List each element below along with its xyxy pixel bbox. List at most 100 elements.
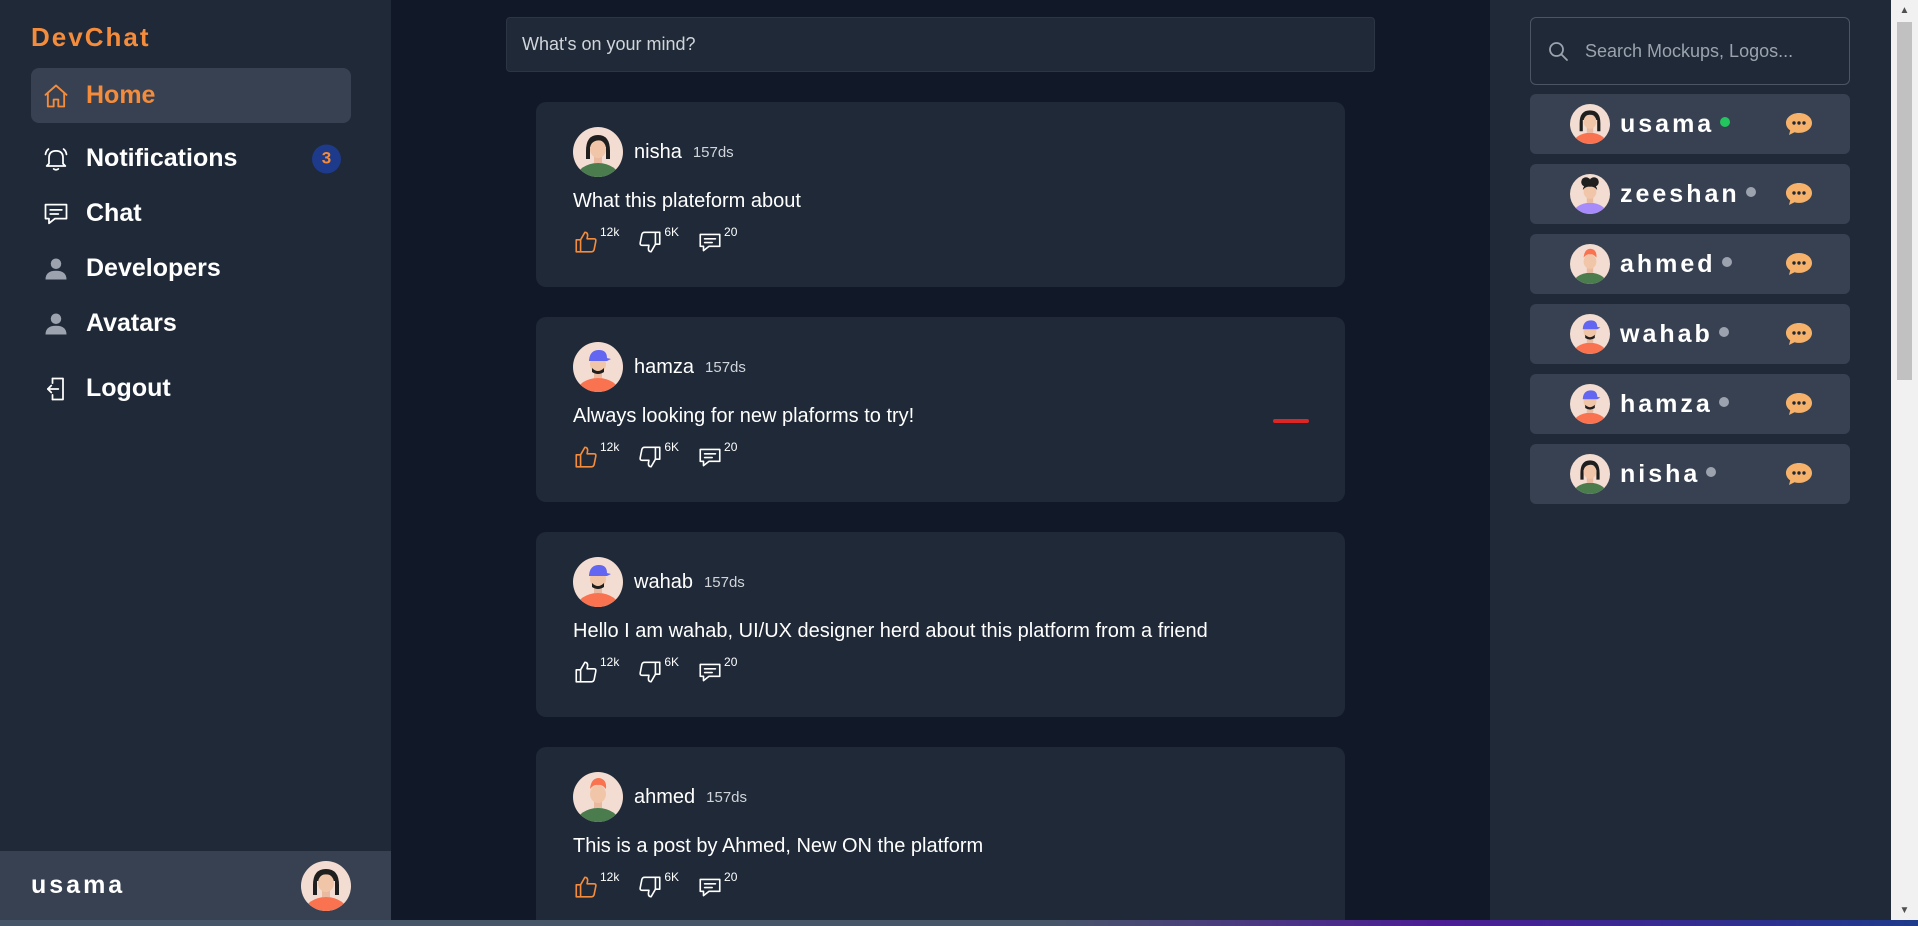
nav-chat-label: Chat [86, 199, 142, 227]
like-count: 12k [600, 440, 620, 454]
like-count: 12k [600, 870, 620, 884]
page-scrollbar[interactable]: ▲ ▼ [1891, 0, 1918, 920]
dislike-count: 6K [664, 870, 680, 884]
message-icon[interactable] [1785, 462, 1813, 486]
bell-icon [41, 144, 71, 174]
avatar[interactable] [301, 861, 351, 911]
post-time: 157ds [692, 143, 734, 161]
current-user-name: usama [31, 871, 126, 899]
comment-icon [699, 448, 721, 467]
right-panel: usama zeeshan ahmed wahab hamza [1490, 0, 1891, 920]
post-actions: 12k 6K 20 [573, 225, 1308, 255]
thumbs-up-icon [575, 446, 597, 468]
post-author[interactable]: wahab [634, 571, 693, 594]
thumbs-down-icon [639, 661, 661, 683]
post-text: Always looking for new plaforms to try! [573, 405, 915, 427]
contact-name: wahab [1620, 319, 1713, 348]
avatar[interactable] [573, 127, 623, 177]
message-icon[interactable] [1785, 112, 1813, 136]
nav-developers[interactable]: Developers [31, 241, 351, 296]
composer-input[interactable] [522, 34, 1359, 55]
post-card: hamza 157ds Always looking for new plafo… [536, 317, 1345, 502]
brand-logo[interactable]: DevChat [31, 22, 150, 53]
post-author[interactable]: nisha [634, 141, 682, 164]
comment-button[interactable]: 20 [697, 870, 737, 900]
nav-home[interactable]: Home [31, 68, 351, 123]
scrollbar-thumb[interactable] [1897, 22, 1912, 380]
avatar[interactable] [573, 557, 623, 607]
contact-item[interactable]: zeeshan [1530, 164, 1850, 224]
post-header: ahmed 157ds [573, 772, 1308, 822]
main-nav: Home Notifications 3 Chat Developers Ava… [31, 68, 351, 416]
avatar [1570, 244, 1610, 284]
post-author[interactable]: ahmed [634, 786, 695, 809]
like-button[interactable]: 12k [573, 655, 619, 685]
contact-item[interactable]: hamza [1530, 374, 1850, 434]
contact-item[interactable]: usama [1530, 94, 1850, 154]
post-card: nisha 157ds What this plateform about 12… [536, 102, 1345, 287]
dislike-button[interactable]: 6K [637, 225, 679, 255]
nav-home-label: Home [86, 81, 156, 109]
avatar[interactable] [573, 342, 623, 392]
logout-icon [41, 374, 71, 404]
nav-developers-label: Developers [86, 254, 221, 282]
contact-item[interactable]: nisha [1530, 444, 1850, 504]
nav-chat[interactable]: Chat [31, 186, 351, 241]
comment-button[interactable]: 20 [697, 440, 737, 470]
thumbs-down-icon [639, 446, 661, 468]
post-text: Hello I am wahab, UI/UX designer herd ab… [573, 620, 1208, 642]
scroll-up-icon[interactable]: ▲ [1891, 0, 1918, 20]
contact-name: usama [1620, 109, 1715, 138]
comment-count: 20 [724, 440, 738, 454]
contact-name: hamza [1620, 389, 1713, 418]
offline-status-dot [1718, 327, 1729, 337]
post-author[interactable]: hamza [634, 356, 694, 379]
contact-name: ahmed [1620, 249, 1716, 278]
post-composer[interactable] [506, 17, 1375, 72]
comment-count: 20 [724, 225, 738, 239]
notifications-badge: 3 [312, 144, 341, 173]
red-indicator [1273, 419, 1309, 423]
comment-button[interactable]: 20 [697, 225, 737, 255]
offline-status-dot [1706, 467, 1717, 477]
bottom-edge [0, 920, 1918, 926]
like-button[interactable]: 12k [573, 870, 619, 900]
avatar [1570, 174, 1610, 214]
dislike-button[interactable]: 6K [637, 870, 679, 900]
left-sidebar: DevChat Home Notifications 3 Chat Develo… [0, 0, 391, 920]
contact-name: zeeshan [1620, 179, 1740, 208]
message-icon[interactable] [1785, 322, 1813, 346]
contact-item[interactable]: ahmed [1530, 234, 1850, 294]
message-icon[interactable] [1785, 392, 1813, 416]
thumbs-up-icon [575, 661, 597, 683]
message-icon[interactable] [1785, 182, 1813, 206]
nav-logout[interactable]: Logout [31, 361, 351, 416]
contact-list: usama zeeshan ahmed wahab hamza nisha [1530, 94, 1850, 514]
avatar[interactable] [573, 772, 623, 822]
current-user-bar[interactable]: usama [0, 851, 391, 920]
dislike-button[interactable]: 6K [637, 655, 679, 685]
nav-notifications-label: Notifications [86, 144, 238, 172]
post-actions: 12k 6K 20 [573, 870, 1308, 900]
post-feed: nisha 157ds What this plateform about 12… [536, 102, 1345, 926]
post-header: wahab 157ds [573, 557, 1308, 607]
search-input[interactable] [1585, 40, 1825, 62]
home-icon [41, 81, 71, 111]
message-icon[interactable] [1785, 252, 1813, 276]
like-button[interactable]: 12k [573, 440, 619, 470]
comment-icon [699, 663, 721, 682]
nav-notifications[interactable]: Notifications 3 [31, 131, 351, 186]
user-icon [41, 309, 71, 339]
avatar [1570, 104, 1610, 144]
thumbs-up-icon [575, 231, 597, 253]
post-actions: 12k 6K 20 [573, 655, 1308, 685]
like-button[interactable]: 12k [573, 225, 619, 255]
post-header: hamza 157ds [573, 342, 1308, 392]
scroll-down-icon[interactable]: ▼ [1891, 900, 1918, 920]
search-box[interactable] [1530, 17, 1850, 85]
avatar [1570, 314, 1610, 354]
nav-avatars[interactable]: Avatars [31, 296, 351, 351]
comment-button[interactable]: 20 [697, 655, 737, 685]
contact-item[interactable]: wahab [1530, 304, 1850, 364]
dislike-button[interactable]: 6K [637, 440, 679, 470]
